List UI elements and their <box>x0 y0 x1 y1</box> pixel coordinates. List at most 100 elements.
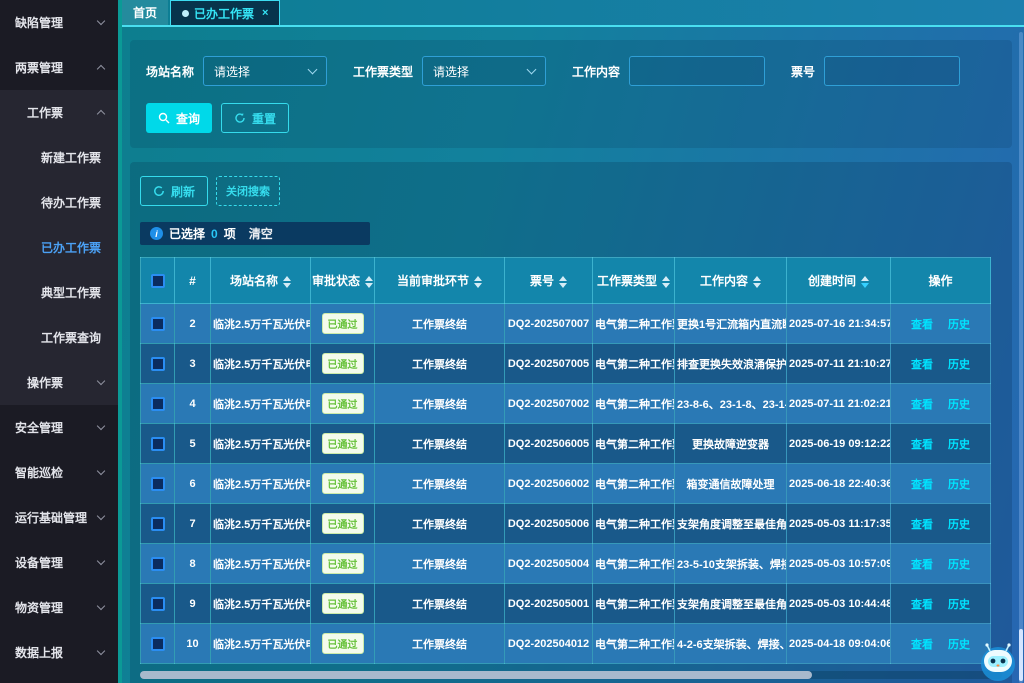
history-link[interactable]: 历史 <box>948 599 970 611</box>
app-root: 缺陷管理 两票管理 工作票 新建工作票 待办工作票 已办工作票 典型工作票 工作… <box>0 0 1024 683</box>
sidebar-item-label: 数据上报 <box>15 644 63 661</box>
sort-icon[interactable] <box>559 276 567 288</box>
column-header-ticket-type[interactable]: 工作票类型 <box>593 258 675 304</box>
query-button[interactable]: 查询 <box>146 103 212 133</box>
sidebar-item-completed-work-ticket[interactable]: 已办工作票 <box>0 225 118 270</box>
horizontal-scrollbar[interactable] <box>140 671 1002 679</box>
row-checkbox[interactable] <box>151 317 165 331</box>
ticket-type-select[interactable]: 请选择 <box>422 56 546 86</box>
row-checkbox[interactable] <box>151 437 165 451</box>
chevron-down-icon <box>97 647 105 655</box>
sidebar-item-defect-management[interactable]: 缺陷管理 <box>0 0 118 45</box>
history-link[interactable]: 历史 <box>948 639 970 651</box>
vertical-scrollbar-thumb[interactable] <box>1019 629 1023 681</box>
content-area: 场站名称 请选择 工作票类型 请选择 工作内容 票号 查询 <box>122 27 1024 683</box>
sort-icon[interactable] <box>753 276 761 288</box>
column-header-content[interactable]: 工作内容 <box>675 258 787 304</box>
sidebar-item-pending-work-ticket[interactable]: 待办工作票 <box>0 180 118 225</box>
row-checkbox[interactable] <box>151 397 165 411</box>
sidebar-item-label: 设备管理 <box>15 554 63 571</box>
view-link[interactable]: 查看 <box>911 479 933 491</box>
cell-ticket-no: DQ2-202507007 <box>505 304 593 344</box>
sidebar-item-label: 典型工作票 <box>41 284 101 301</box>
work-content-input[interactable] <box>629 56 765 86</box>
cell-ticket-type: 电气第二种工作票 <box>593 624 675 664</box>
column-header-ticket-no[interactable]: 票号 <box>505 258 593 304</box>
history-link[interactable]: 历史 <box>948 439 970 451</box>
view-link[interactable]: 查看 <box>911 639 933 651</box>
view-link[interactable]: 查看 <box>911 599 933 611</box>
view-link[interactable]: 查看 <box>911 319 933 331</box>
sidebar-item-typical-work-ticket[interactable]: 典型工作票 <box>0 270 118 315</box>
tab-close-icon[interactable]: × <box>262 7 268 19</box>
tab-home[interactable]: 首页 <box>122 0 168 25</box>
assistant-robot-icon[interactable] <box>977 641 1019 683</box>
sidebar-item-two-ticket-management[interactable]: 两票管理 <box>0 45 118 90</box>
close-search-button[interactable]: 关闭搜索 <box>216 176 280 206</box>
cell-content: 箱变通信故障处理 <box>675 464 787 504</box>
select-all-checkbox[interactable] <box>151 274 165 288</box>
sidebar-item-work-ticket[interactable]: 工作票 <box>0 90 118 135</box>
row-checkbox[interactable] <box>151 517 165 531</box>
row-checkbox[interactable] <box>151 557 165 571</box>
history-link[interactable]: 历史 <box>948 519 970 531</box>
view-link[interactable]: 查看 <box>911 399 933 411</box>
station-name-select[interactable]: 请选择 <box>203 56 327 86</box>
sidebar-item-material-management[interactable]: 物资管理 <box>0 585 118 630</box>
sort-icon[interactable] <box>861 276 869 288</box>
status-badge: 已通过 <box>322 593 364 614</box>
cell-ticket-type: 电气第二种工作票 <box>593 584 675 624</box>
tab-label: 已办工作票 <box>194 5 254 22</box>
clear-selection-link[interactable]: 清空 <box>249 225 273 242</box>
sidebar-item-operation-basic-management[interactable]: 运行基础管理 <box>0 495 118 540</box>
sort-icon[interactable] <box>474 276 482 288</box>
chevron-up-icon <box>97 65 105 73</box>
sidebar-item-work-ticket-query[interactable]: 工作票查询 <box>0 315 118 360</box>
sidebar-item-intelligent-inspection[interactable]: 智能巡检 <box>0 450 118 495</box>
sidebar-item-operation-ticket[interactable]: 操作票 <box>0 360 118 405</box>
column-header-step[interactable]: 当前审批环节 <box>375 258 505 304</box>
view-link[interactable]: 查看 <box>911 359 933 371</box>
sort-icon[interactable] <box>283 276 291 288</box>
history-link[interactable]: 历史 <box>948 479 970 491</box>
sidebar-item-data-reporting[interactable]: 数据上报 <box>0 630 118 675</box>
field-ticket-type: 工作票类型 请选择 <box>353 56 546 86</box>
column-header-status[interactable]: 审批状态 <box>311 258 375 304</box>
table-toolbar: 刷新 关闭搜索 <box>140 176 1002 206</box>
sort-icon[interactable] <box>365 276 373 288</box>
sidebar-item-label: 工作票 <box>27 104 63 121</box>
tab-completed-work-ticket[interactable]: 已办工作票 × <box>170 0 280 25</box>
row-checkbox[interactable] <box>151 597 165 611</box>
reset-button[interactable]: 重置 <box>221 103 289 133</box>
selection-bar: i 已选择 0 项 清空 <box>140 222 370 245</box>
column-header-created[interactable]: 创建时间 <box>787 258 891 304</box>
history-link[interactable]: 历史 <box>948 359 970 371</box>
sidebar-item-equipment-management[interactable]: 设备管理 <box>0 540 118 585</box>
horizontal-scrollbar-thumb[interactable] <box>140 671 812 679</box>
cell-station: 临洮2.5万千瓦光伏电.. <box>211 304 311 344</box>
view-link[interactable]: 查看 <box>911 559 933 571</box>
view-link[interactable]: 查看 <box>911 519 933 531</box>
history-link[interactable]: 历史 <box>948 559 970 571</box>
refresh-icon <box>153 185 165 197</box>
row-checkbox[interactable] <box>151 477 165 491</box>
row-checkbox[interactable] <box>151 637 165 651</box>
row-checkbox[interactable] <box>151 357 165 371</box>
chevron-down-icon <box>97 17 105 25</box>
refresh-button[interactable]: 刷新 <box>140 176 208 206</box>
sidebar-item-label: 已办工作票 <box>41 239 101 256</box>
history-link[interactable]: 历史 <box>948 319 970 331</box>
selection-prefix: 已选择 <box>169 225 205 242</box>
history-link[interactable]: 历史 <box>948 399 970 411</box>
sidebar-item-safety-management[interactable]: 安全管理 <box>0 405 118 450</box>
column-label: 工作内容 <box>700 274 748 288</box>
status-badge: 已通过 <box>322 553 364 574</box>
ticket-no-input[interactable] <box>824 56 960 86</box>
vertical-scrollbar[interactable] <box>1019 32 1023 683</box>
status-badge: 已通过 <box>322 353 364 374</box>
sort-icon[interactable] <box>662 276 670 288</box>
column-header-station[interactable]: 场站名称 <box>211 258 311 304</box>
selection-count: 0 <box>211 227 218 241</box>
view-link[interactable]: 查看 <box>911 439 933 451</box>
sidebar-item-new-work-ticket[interactable]: 新建工作票 <box>0 135 118 180</box>
